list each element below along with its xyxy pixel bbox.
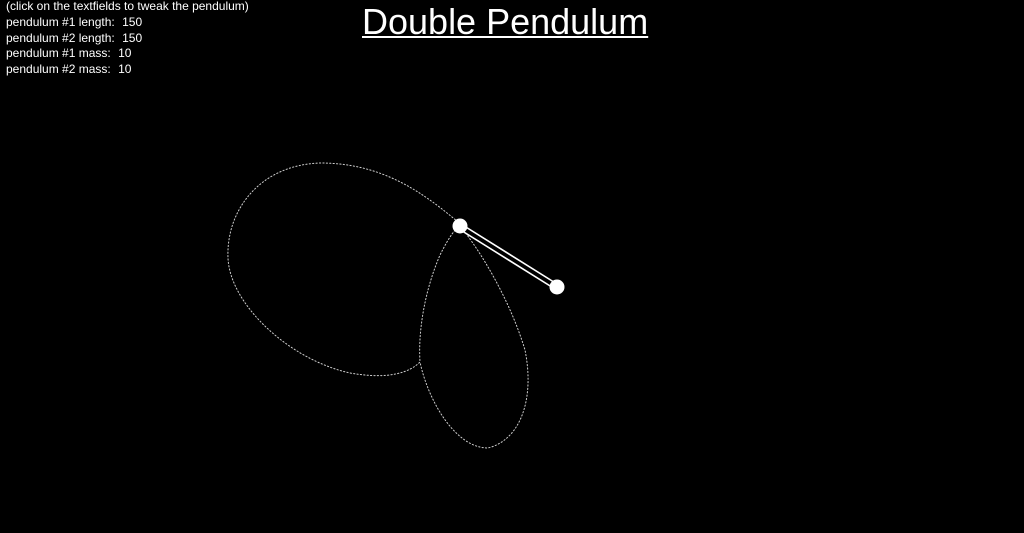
pendulum-2-mass-label: pendulum #2 mass: <box>6 62 111 76</box>
instruction-hint: (click on the textfields to tweak the pe… <box>6 0 249 13</box>
pendulum-1-mass-label: pendulum #1 mass: <box>6 46 111 60</box>
pendulum-2-length-label: pendulum #2 length: <box>6 31 115 45</box>
pendulum-2-length-field[interactable]: pendulum #2 length: 150 <box>6 31 142 45</box>
pendulum-bob-1[interactable] <box>452 218 468 234</box>
pendulum-2-mass-value[interactable]: 10 <box>118 62 131 76</box>
pendulum-rod-2 <box>458 228 556 290</box>
pendulum-1-length-value[interactable]: 150 <box>122 15 142 29</box>
pendulum-1-mass-value[interactable]: 10 <box>118 46 131 60</box>
pendulum-rod-1 <box>460 223 558 285</box>
pendulum-canvas <box>227 162 565 449</box>
pendulum-2-length-value[interactable]: 150 <box>122 31 142 45</box>
pendulum-1-length-field[interactable]: pendulum #1 length: 150 <box>6 15 142 29</box>
simulation-stage: (click on the textfields to tweak the pe… <box>0 0 1024 533</box>
pendulum-1-length-label: pendulum #1 length: <box>6 15 115 29</box>
page-title: Double Pendulum <box>362 1 649 42</box>
pendulum-1-mass-field[interactable]: pendulum #1 mass: 10 <box>6 46 131 60</box>
pendulum-bob-2[interactable] <box>549 279 565 295</box>
pendulum-trace <box>227 162 529 449</box>
pendulum-2-mass-field[interactable]: pendulum #2 mass: 10 <box>6 62 131 76</box>
